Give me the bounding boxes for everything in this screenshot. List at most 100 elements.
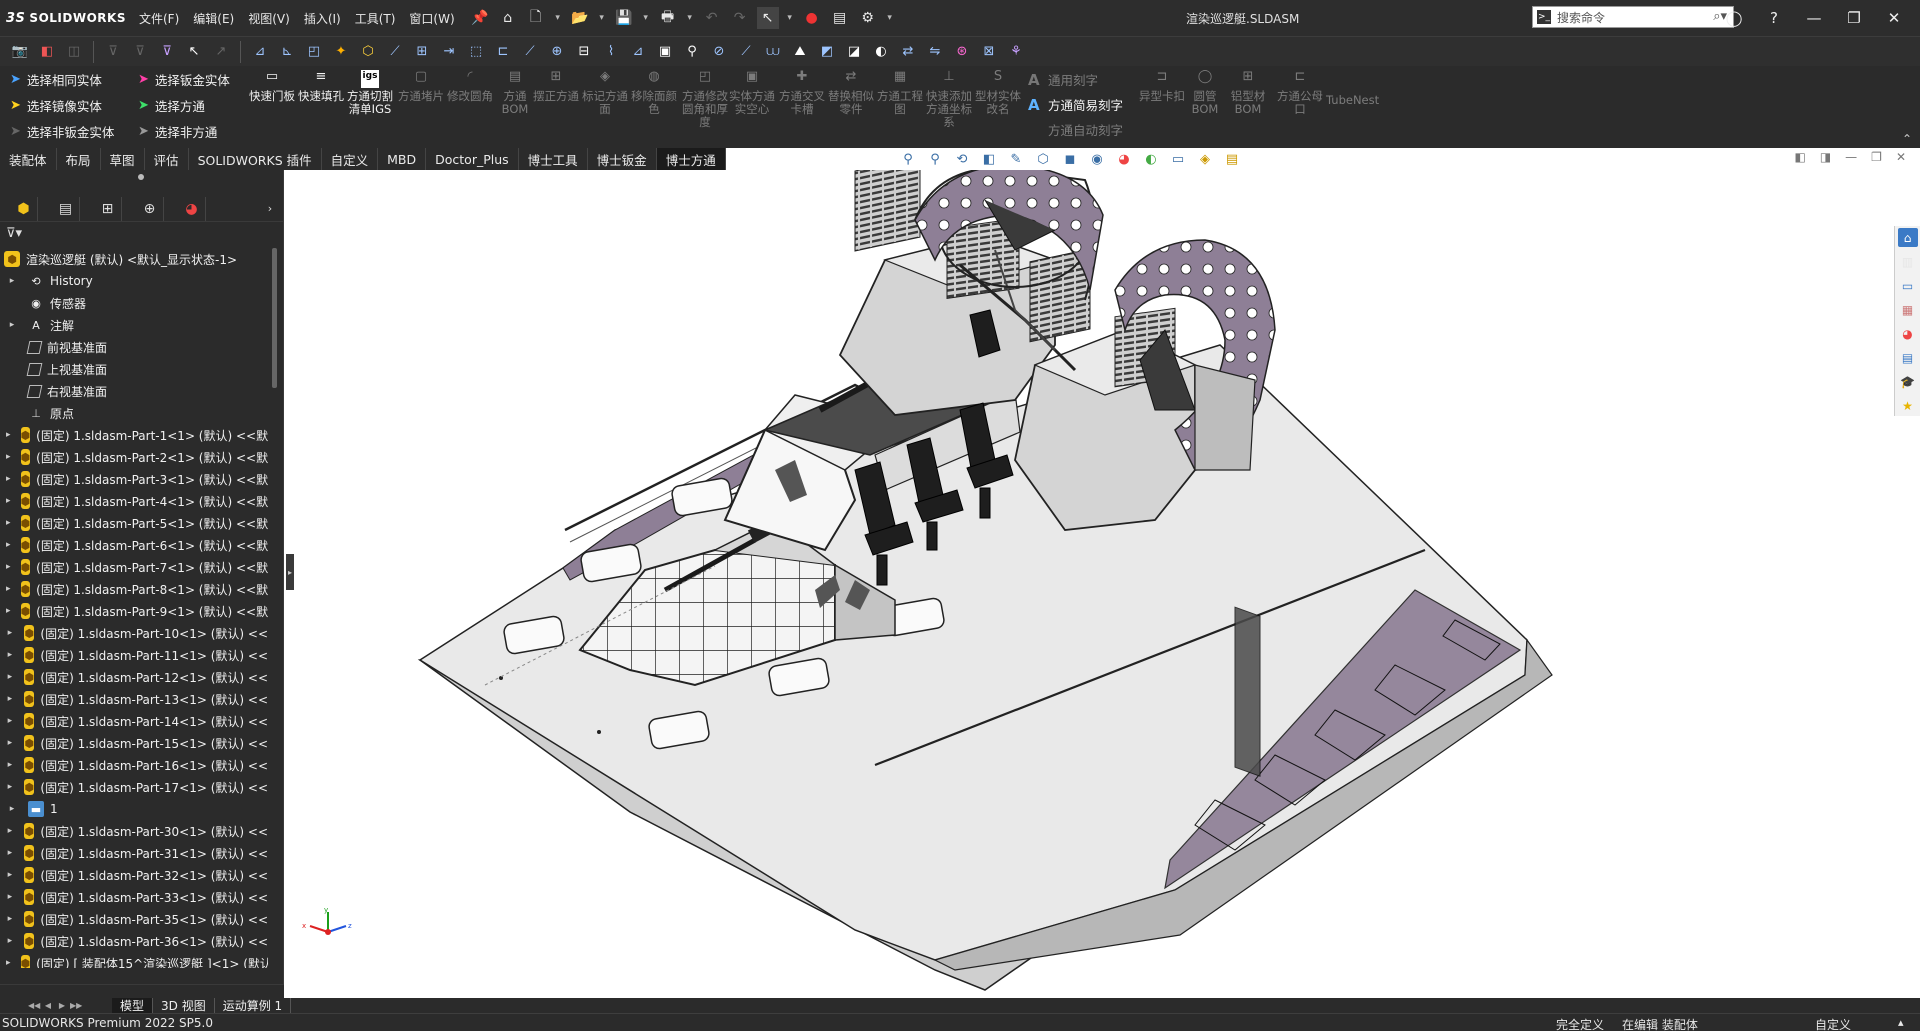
expand-arrow-icon[interactable]: ▸ <box>6 892 14 902</box>
tool-icon[interactable]: ✦ <box>329 40 353 64</box>
expand-arrow-icon[interactable]: ▸ <box>6 716 14 726</box>
viewport-minimize-icon[interactable]: — <box>1845 150 1857 164</box>
expand-arrow-icon[interactable]: ▸ <box>6 430 11 440</box>
tool-icon[interactable]: ⊕ <box>545 40 569 64</box>
tree-root[interactable]: ⬢ 渲染巡逻艇 (默认) <默认_显示状态-1> <box>0 248 268 270</box>
mark-tube-face-button[interactable]: ◈ 标记方通面 <box>581 70 629 116</box>
tab-assembly[interactable]: 装配体 <box>0 148 57 170</box>
tool-icon[interactable]: ⟋ <box>734 40 758 64</box>
tool-icon[interactable]: ⛰ <box>788 40 812 64</box>
tool-icon[interactable]: ⊏ <box>491 40 515 64</box>
tree-item[interactable]: ▸ ⬢ (固定) 1.sldasm-Part-16<1> (默认) << <box>0 754 268 776</box>
expand-arrow-icon[interactable]: ▸ <box>6 320 18 330</box>
tool-icon[interactable]: ⇄ <box>896 40 920 64</box>
tab-doctor-tube[interactable]: 博士方通 <box>656 148 726 170</box>
edit-appearance-icon[interactable]: ◕ <box>1114 150 1134 168</box>
tab-model[interactable]: 模型 <box>112 998 154 1013</box>
tree-item[interactable]: ▸ ⬢ (固定) 1.sldasm-Part-3<1> (默认) <<默 <box>0 468 268 490</box>
chevron-down-icon[interactable]: ▾ <box>685 7 695 29</box>
first-tab-icon[interactable]: ◀◀ <box>28 1001 40 1010</box>
tool-icon[interactable]: ◪ <box>842 40 866 64</box>
tubenest-button[interactable]: TubeNest <box>1326 94 1386 107</box>
round-pipe-bom-button[interactable]: ◯ 圆管BOM <box>1181 70 1229 116</box>
expand-arrow-icon[interactable]: ▸ <box>6 540 11 550</box>
tree-item[interactable]: ▸ ⬢ (固定) 1.sldasm-Part-15<1> (默认) << <box>0 732 268 754</box>
tool-icon[interactable]: ⌇ <box>599 40 623 64</box>
tree-item[interactable]: ▸ A 注解 <box>0 314 268 336</box>
expand-arrow-icon[interactable]: ▸ <box>6 826 14 836</box>
expand-arrow-icon[interactable]: ▸ <box>6 474 11 484</box>
tree-horizontal-scrollbar[interactable] <box>0 984 284 998</box>
configuration-manager-tab-icon[interactable]: ⊞ <box>94 196 122 221</box>
app-logo[interactable]: 3S SOLIDWORKS <box>0 11 135 26</box>
appearances-icon[interactable]: ◕ <box>1898 324 1918 343</box>
tree-item[interactable]: ▸ ⬢ (固定) 1.sldasm-Part-10<1> (默认) << <box>0 622 268 644</box>
expand-arrow-icon[interactable]: ▸ <box>6 936 14 946</box>
view-orientation-icon[interactable]: ⬡ <box>1033 150 1053 168</box>
menu-edit[interactable]: 编辑(E) <box>193 10 234 27</box>
viewport-restore-icon[interactable]: ❐ <box>1871 150 1882 164</box>
close-icon[interactable]: ✕ <box>1884 9 1904 27</box>
menu-insert[interactable]: 插入(I) <box>304 10 341 27</box>
expand-arrow-icon[interactable]: ▸ <box>6 606 11 616</box>
expand-arrow-icon[interactable]: ▸ <box>6 738 14 748</box>
expand-arrow-icon[interactable]: ▸ <box>6 518 11 528</box>
solidworks-resources-icon[interactable]: ⌂ <box>1897 228 1918 247</box>
next-tab-icon[interactable]: ▶ <box>56 1001 68 1010</box>
last-tab-icon[interactable]: ▶▶ <box>70 1001 82 1010</box>
tab-custom[interactable]: 自定义 <box>322 148 379 170</box>
chevron-down-icon[interactable]: ▾ <box>641 7 651 29</box>
tree-item[interactable]: ▸ ⬢ (固定) 1.sldasm-Part-30<1> (默认) << <box>0 820 268 842</box>
menu-tools[interactable]: 工具(T) <box>355 10 396 27</box>
property-manager-tab-icon[interactable]: ▤ <box>52 196 80 221</box>
units-selector[interactable]: 自定义 <box>1815 1016 1851 1033</box>
tree-item[interactable]: ▸ ⬢ (固定) 1.sldasm-Part-33<1> (默认) << <box>0 886 268 908</box>
tool-icon[interactable]: ⟋ <box>383 40 407 64</box>
tool-icon[interactable]: ⊿ <box>626 40 650 64</box>
solid-hollow-tube-button[interactable]: ▣ 实体方通实空心 <box>728 70 776 116</box>
expand-arrow-icon[interactable]: ▸ <box>6 848 14 858</box>
auto-tube-carve-button[interactable]: 方通自动刻字 <box>1028 120 1123 139</box>
select-non-tube-button[interactable]: ➤ 选择非方通 <box>138 122 230 141</box>
viewport-left-icon[interactable]: ◧ <box>1794 150 1805 164</box>
tube-cut-list-igs-button[interactable]: igs 方通切割清单IGS <box>346 70 394 116</box>
tool-icon[interactable]: ◰ <box>302 40 326 64</box>
account-icon[interactable]: ◯ <box>1724 9 1744 27</box>
tree-scrollbar[interactable] <box>272 248 277 388</box>
select-tube-button[interactable]: ➤ 选择方通 <box>138 96 230 115</box>
tree-item[interactable]: ▸ ⬢ (固定) 1.sldasm-Part-4<1> (默认) <<默 <box>0 490 268 512</box>
filter-icon[interactable]: ⊽ <box>128 40 152 64</box>
dimxpert-tab-icon[interactable]: ⊕ <box>136 196 164 221</box>
graphics-area[interactable] <box>295 156 1895 998</box>
tube-drawing-button[interactable]: ▦ 方通工程图 <box>876 70 924 116</box>
chevron-down-icon[interactable]: ▾ <box>885 7 895 29</box>
replace-similar-parts-button[interactable]: ⇄ 替换相似零件 <box>827 70 875 116</box>
viewport-close-icon[interactable]: ✕ <box>1896 150 1906 164</box>
redo-icon[interactable]: ↷ <box>729 7 751 29</box>
general-carve-button[interactable]: A 通用刻字 <box>1028 70 1123 89</box>
custom-properties-icon[interactable]: ▤ <box>1898 348 1918 367</box>
tool-icon[interactable]: ⊟ <box>572 40 596 64</box>
tool-icon[interactable]: ⊘ <box>707 40 731 64</box>
tool-icon[interactable]: ⟋ <box>518 40 542 64</box>
menu-file[interactable]: 文件(F) <box>139 10 179 27</box>
tree-item[interactable]: ◉ 传感器 <box>0 292 268 314</box>
tool-icon[interactable]: ⊠ <box>977 40 1001 64</box>
expand-arrow-icon[interactable]: ▸ <box>6 496 11 506</box>
restore-icon[interactable]: ❐ <box>1844 9 1864 27</box>
previous-view-icon[interactable]: ⟲ <box>952 150 972 168</box>
expand-arrow-icon[interactable]: ▸ <box>6 760 14 770</box>
align-tube-button[interactable]: ⊞ 摆正方通 <box>532 70 580 103</box>
tab-sketch[interactable]: 草图 <box>101 148 145 170</box>
chevron-right-icon[interactable]: › <box>264 197 276 221</box>
select-sheetmetal-button[interactable]: ➤ 选择钣金实体 <box>138 70 230 89</box>
rendering-tools-icon[interactable]: ▤ <box>1222 150 1242 168</box>
tree-item[interactable]: ▸ ⬢ (固定) 1.sldasm-Part-32<1> (默认) << <box>0 864 268 886</box>
expand-arrow-icon[interactable]: ▸ <box>6 782 14 792</box>
tree-item[interactable]: ▸ ⬢ (固定) 1.sldasm-Part-2<1> (默认) <<默 <box>0 446 268 468</box>
tab-layout[interactable]: 布局 <box>57 148 101 170</box>
tab-3d-views[interactable]: 3D 视图 <box>153 998 215 1013</box>
remove-face-color-button[interactable]: ◍ 移除面颜色 <box>630 70 678 116</box>
print-icon[interactable]: 🖶 <box>657 7 679 29</box>
render-icon[interactable]: ◧ <box>35 40 59 64</box>
